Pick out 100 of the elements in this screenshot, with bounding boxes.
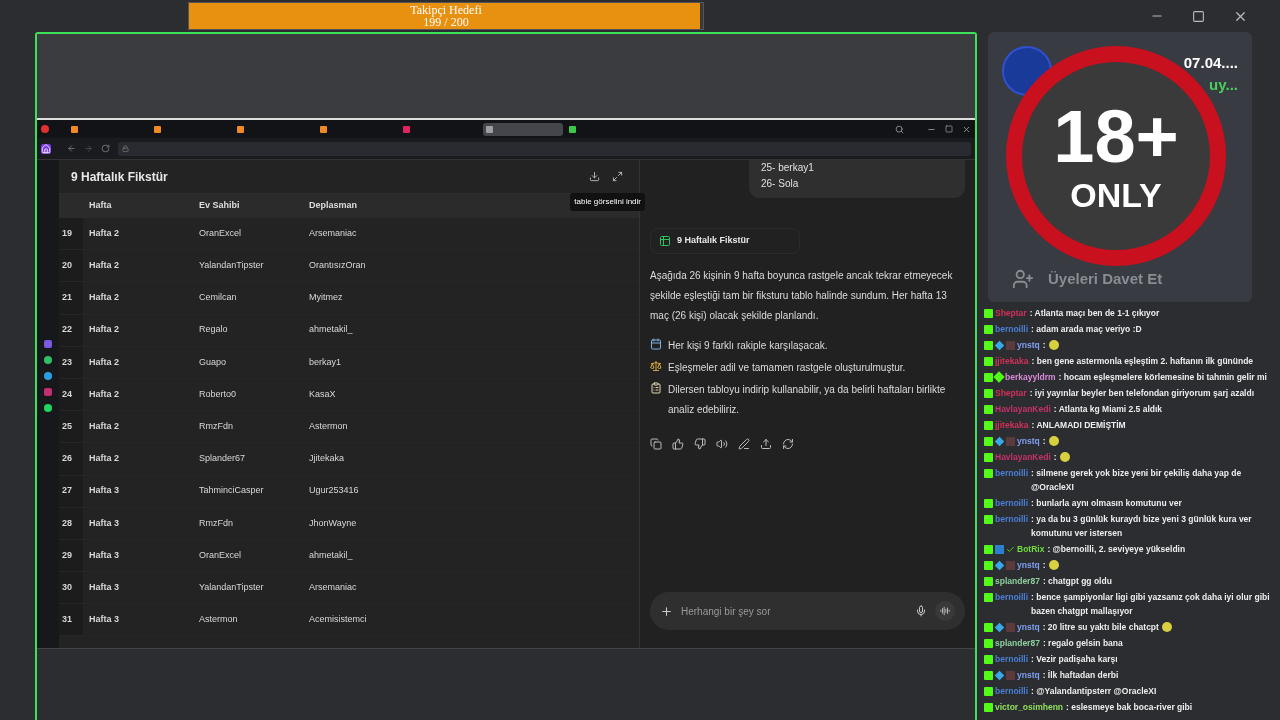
column-header: Hafta [89, 199, 113, 213]
chat-username[interactable]: bernoilli [995, 496, 1029, 510]
edit-icon[interactable] [738, 438, 750, 450]
chat-username[interactable]: bernoilli [995, 590, 1029, 604]
message-line: 26- Sola [761, 177, 800, 191]
chat-username[interactable]: berkayyldrm [1005, 370, 1056, 384]
home-icon[interactable] [41, 143, 51, 154]
message-text: : ya da bu 3 günlük kuraydı bize yeni 3 günlük kura ver komutunu ver istersen [1031, 513, 1253, 540]
regenerate-icon[interactable] [782, 438, 794, 450]
chat-username[interactable]: ynstq [1017, 338, 1040, 352]
chat-username[interactable]: ynstq [1017, 558, 1040, 572]
share-icon[interactable] [760, 438, 772, 450]
table-cell-text: ahmetakil_ [309, 548, 354, 562]
message-text: : hocam eşleşmelere körlemesine bi tahmin gelir mi [1058, 371, 1268, 384]
chat-username[interactable]: bernoilli [995, 466, 1029, 480]
table-cell-text: Hafta 3 [89, 580, 120, 594]
maximize-icon[interactable] [945, 125, 953, 133]
back-icon[interactable] [67, 144, 76, 153]
chat-username[interactable]: ynstq [1017, 434, 1040, 448]
bullet-text: Eşleşmeler adil ve tamamen rastgele oluşturulmuştur. [668, 361, 906, 375]
chat-username[interactable]: jjitekaka [995, 418, 1029, 432]
browser-tab[interactable] [483, 122, 563, 136]
message-text: : ben gene astermonla eşleştim 2. haftanın ilk gününde [1031, 355, 1255, 368]
assistant-paragraph: Aşağıda 26 kişinin 9 hafta boyunca rastgele ancak tekrar etmeyecek şekilde eşleştiği tam bir fiksturu tablo halinde sundum. Her hafta 13 maç (26 kişi) olacak şekilde planlandı. [650, 269, 954, 323]
message-text: : Atlanta maçı ben de 1-1 çıkıyor [1029, 307, 1161, 320]
gem-badge-icon [993, 371, 1005, 383]
voice-button[interactable] [935, 601, 955, 621]
artifact-card[interactable]: 9 Haftalık Fikstür [650, 228, 800, 254]
row-number: 22 [59, 314, 83, 346]
age-number: 18+ [1053, 100, 1179, 174]
search-icon[interactable] [895, 124, 904, 134]
table-cell-text: Roberto0 [199, 387, 238, 401]
table-icon [659, 235, 671, 247]
chat-username[interactable]: bernoilli [995, 652, 1029, 666]
plus-icon[interactable] [660, 604, 673, 618]
chat-username[interactable]: splander87 [995, 574, 1040, 588]
row-number: 26 [59, 443, 83, 475]
calendar-icon [650, 338, 662, 350]
download-icon[interactable] [589, 171, 600, 182]
clipboard-icon [650, 382, 662, 394]
chat-username[interactable]: victor_osimhenn [995, 700, 1064, 714]
row-number: 19 [59, 218, 83, 250]
table-cell-text: OranExcel [199, 548, 243, 562]
scales-icon [650, 360, 662, 372]
goal-count: 199 / 200 [423, 16, 469, 28]
table-cell-text: Hafta 2 [89, 291, 120, 305]
row-number: 29 [59, 539, 83, 572]
message-text: : Vezir padişaha karşı [1031, 653, 1119, 666]
copy-icon[interactable] [650, 438, 662, 450]
chat-username[interactable]: HavlayanKedi [995, 450, 1051, 464]
date-text: 07.04.... [1183, 53, 1238, 73]
chat-username[interactable]: BotRix [1017, 542, 1045, 556]
message-text: : ANLAMADI DEMİŞTİM [1031, 419, 1127, 432]
lock-icon [122, 145, 129, 152]
table-cell-text: Astermon [309, 419, 349, 433]
expand-icon[interactable] [612, 171, 623, 182]
table-cell-text: Hafta 3 [89, 548, 120, 562]
table-cell-text: Hafta 3 [89, 484, 120, 498]
message-line: 25- berkay1 [761, 161, 815, 175]
table-cell-text: Hafta 2 [89, 452, 120, 466]
message-text: : @bernoilli, 2. seviyeye yükseldin [1047, 543, 1187, 556]
chat-username[interactable]: bernoilli [995, 322, 1029, 336]
table-cell-text: Acemisistemci [309, 613, 368, 627]
message-text: : regalo gelsin bana [1042, 637, 1124, 650]
mic-icon[interactable] [915, 605, 927, 617]
close-icon[interactable] [962, 124, 971, 134]
table-cell-text: Astermon [199, 613, 239, 627]
chat-username[interactable]: Sheptar [995, 386, 1027, 400]
table-cell-text: OrantısızOran [309, 259, 367, 273]
chat-username[interactable]: HavlayanKedi [995, 402, 1051, 416]
message-text: : adam arada maç veriyo :D [1031, 323, 1143, 336]
row-number: 24 [59, 378, 83, 411]
chat-username[interactable]: Sheptar [995, 306, 1027, 320]
table-cell-text: Hafta 2 [89, 355, 120, 369]
row-number: 20 [59, 250, 83, 282]
table-cell-text: Ugur253416 [309, 484, 360, 498]
message-text: : 20 litre su yaktı bile chatcpt [1042, 621, 1159, 634]
invite-icon[interactable] [1012, 267, 1034, 290]
prompt-field[interactable]: Herhangi bir şey sor [650, 592, 965, 630]
chat-username[interactable]: jjitekaka [995, 354, 1029, 368]
status-text: uy... [1209, 75, 1238, 95]
row-number: 28 [59, 507, 83, 539]
invite-link[interactable]: Üyeleri Davet Et [1048, 267, 1163, 290]
thumbs-up-icon[interactable] [672, 438, 684, 450]
table-cell-text: Regalo [199, 323, 229, 337]
reload-icon[interactable] [101, 144, 110, 153]
chat-username[interactable]: splander87 [995, 636, 1040, 650]
chat-username[interactable]: bernoilli [995, 512, 1029, 526]
table-cell-text: ahmetakil_ [309, 323, 354, 337]
message-text: : bunlarla aynı olmasın komutunu ver [1031, 497, 1183, 510]
thumbs-down-icon[interactable] [694, 438, 706, 450]
chat-username[interactable]: ynstq [1017, 668, 1040, 682]
row-number: 30 [59, 572, 83, 604]
maximize-icon[interactable] [1192, 9, 1205, 23]
chat-username[interactable]: ynstq [1017, 620, 1040, 634]
address-field[interactable] [118, 141, 971, 156]
chat-username[interactable]: bernoilli [995, 684, 1029, 698]
table-cell-text: Myitmez [309, 291, 344, 305]
table-cell-text: Hafta 2 [89, 323, 120, 337]
speaker-icon[interactable] [716, 438, 728, 450]
